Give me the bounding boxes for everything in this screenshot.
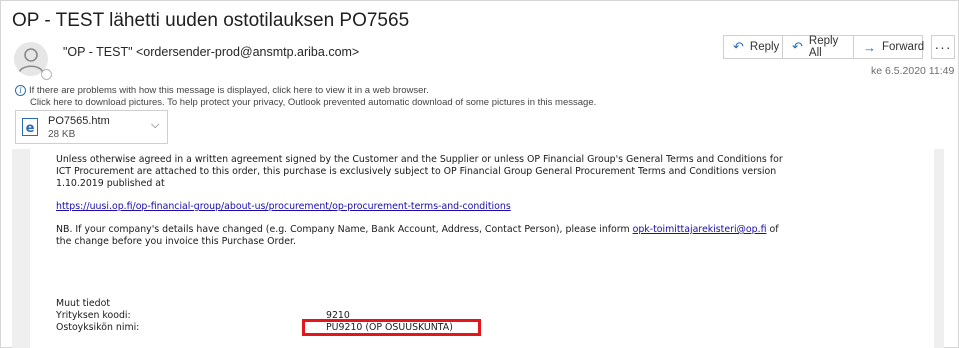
forward-label: Forward [882,41,925,53]
reply-icon: ↶ [733,39,744,54]
attachment-name: PO7565.htm [48,115,110,127]
more-icon: ··· [934,39,952,55]
nb-text: NB. If your company's details have chang… [56,224,630,235]
reply-button[interactable]: ↶ Reply [723,35,783,59]
chevron-down-icon[interactable]: ⌵ [151,119,159,132]
terms-paragraph-line-1: Unless otherwise agreed in a written agr… [56,154,783,165]
terms-link[interactable]: https://uusi.op.fi/op-financial-group/ab… [56,201,511,212]
terms-paragraph-line-3: 1.10.2019 published at [56,178,165,189]
display-problem-notice[interactable]: i If there are problems with how this mes… [15,85,429,96]
reply-label: Reply [749,41,780,53]
more-actions-button[interactable]: ··· [931,35,955,59]
supplier-register-email-link[interactable]: opk-toimittajarekisteri@op.fi [633,224,767,235]
reply-all-label: Reply All [808,35,839,59]
reply-all-icon: ↶ [792,39,803,54]
svg-text:e: e [26,121,35,136]
display-problem-text: If there are problems with how this mess… [29,85,429,96]
forward-icon: → [863,39,876,55]
download-pictures-notice[interactable]: Click here to download pictures. To help… [30,97,596,108]
message-body [30,149,934,348]
misc-info-title: Muut tiedot [56,298,111,309]
presence-status-indicator [41,69,52,80]
internet-explorer-file-icon: e [22,118,38,136]
nb-paragraph-line-1: NB. If your company's details have chang… [56,224,779,235]
email-subject: OP - TEST lähetti uuden ostotilauksen PO… [12,10,410,31]
sender-address[interactable]: "OP - TEST" <ordersender-prod@ansmtp.ari… [63,45,359,59]
attachment-size: 28 KB [48,129,76,140]
terms-link-row: https://uusi.op.fi/op-financial-group/ab… [56,201,511,212]
nb-of-text: of [769,224,779,235]
info-icon: i [15,85,26,96]
highlight-box [302,319,481,336]
unit-name-label: Ostoyksikön nimi: [56,322,140,333]
message-actions: ↶ Reply ↶ Reply All → Forward ··· [723,35,955,61]
forward-button[interactable]: → Forward [853,35,925,59]
received-date: ke 6.5.2020 11:49 [871,65,955,77]
attachment-card[interactable]: e PO7565.htm 28 KB ⌵ [15,110,168,144]
nb-paragraph-line-2: the change before you invoice this Purch… [56,236,296,247]
company-code-label: Yrityksen koodi: [56,310,131,321]
terms-paragraph-line-2: ICT Procurement are attached to this ord… [56,166,777,177]
reply-all-button[interactable]: ↶ Reply All [782,35,854,59]
